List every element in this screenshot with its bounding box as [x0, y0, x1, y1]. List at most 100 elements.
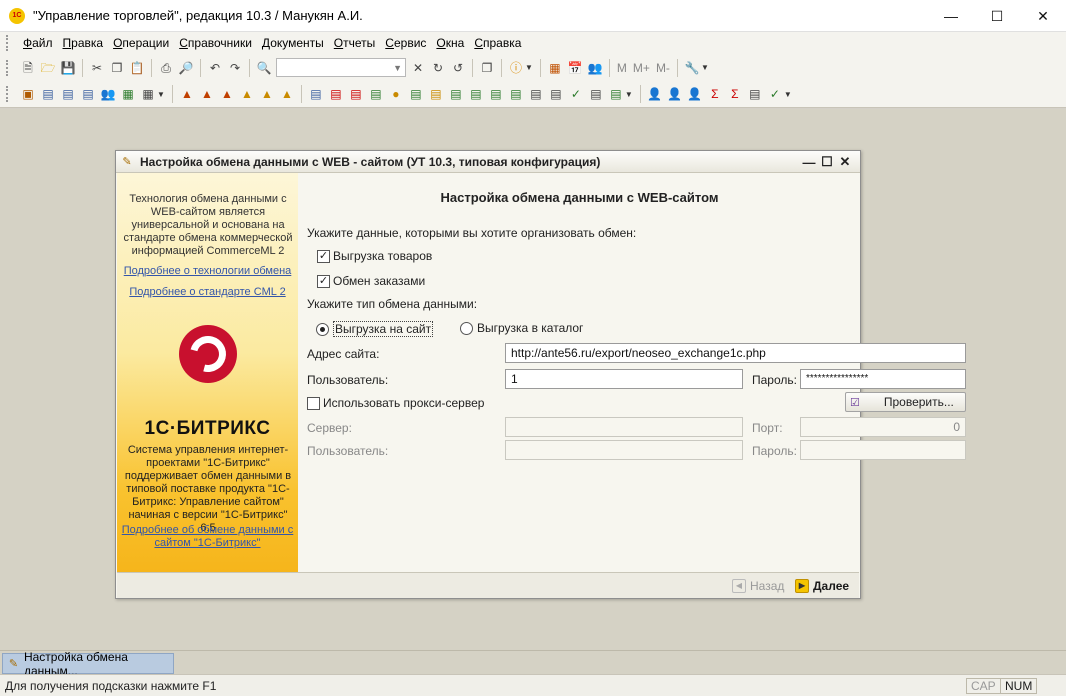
order-icon[interactable]: ▤ — [428, 86, 444, 102]
export-icon[interactable]: ▤ — [608, 86, 624, 102]
menu-service[interactable]: Сервис — [380, 36, 431, 50]
windows-icon[interactable]: ❐ — [479, 60, 495, 76]
find-next-icon[interactable]: ↻ — [430, 60, 446, 76]
check-button[interactable]: ☑ Проверить... — [845, 392, 966, 412]
link-technology[interactable]: Подробнее о технологии обмена — [117, 265, 298, 278]
dropdown-arrow-icon[interactable]: ▼ — [157, 90, 165, 99]
money-icon[interactable]: ● — [388, 86, 404, 102]
menu-documents[interactable]: Документы — [257, 36, 329, 50]
copy-icon[interactable]: ❐ — [109, 60, 125, 76]
manager-icon[interactable]: 👤 — [647, 86, 663, 102]
link-bitrix[interactable]: Подробнее об обмене данными с сайтом "1С… — [117, 524, 298, 550]
users-icon[interactable]: 👥 — [587, 60, 603, 76]
menu-references[interactable]: Справочники — [174, 36, 257, 50]
cash-icon[interactable]: ▲ — [239, 86, 255, 102]
balance-icon[interactable]: ▤ — [747, 86, 763, 102]
approve-icon[interactable]: ✓ — [767, 86, 783, 102]
menu-file[interactable]: Файл — [18, 36, 58, 50]
calendar-icon[interactable]: 📅 — [567, 60, 583, 76]
back-button[interactable]: ◀ Назад — [732, 576, 784, 595]
receipt-icon[interactable]: ▤ — [328, 86, 344, 102]
cashbox-icon[interactable]: ▤ — [408, 86, 424, 102]
structure-icon[interactable]: ▦ — [140, 86, 156, 102]
settlement-icon[interactable]: ▤ — [528, 86, 544, 102]
search-combo[interactable]: ▼ — [276, 58, 406, 77]
dropdown-arrow-icon[interactable]: ▼ — [525, 63, 533, 72]
new-document-icon[interactable]: 🗎 — [20, 60, 36, 76]
orders-checkbox[interactable]: ✓ Обмен заказами — [317, 274, 425, 288]
bank-icon[interactable]: ▲ — [259, 86, 275, 102]
toolbar-grip[interactable] — [6, 59, 10, 76]
supplier-icon[interactable]: 👤 — [687, 86, 703, 102]
nomenclature-icon[interactable]: ▦ — [120, 86, 136, 102]
cut-icon[interactable]: ✂ — [89, 60, 105, 76]
user-field[interactable]: 1 — [505, 369, 743, 389]
sales-icon[interactable]: ▲ — [179, 86, 195, 102]
dropdown-arrow-icon[interactable]: ▼ — [784, 90, 792, 99]
close-icon[interactable]: ✕ — [836, 153, 854, 171]
dialog-titlebar[interactable]: ✎ Настройка обмена данными с WEB - сайто… — [116, 151, 860, 173]
reserve-icon[interactable]: ▤ — [448, 86, 464, 102]
total-icon[interactable]: Σ — [727, 86, 743, 102]
invoice-icon[interactable]: ▤ — [308, 86, 324, 102]
task-item-exchange[interactable]: ✎ Настройка обмена данным... — [2, 650, 174, 678]
link-standard[interactable]: Подробнее о стандарте CML 2 — [117, 286, 298, 299]
transfer-icon[interactable]: ▤ — [348, 86, 364, 102]
calculator-icon[interactable]: ▦ — [547, 60, 563, 76]
menu-reports[interactable]: Отчеты — [329, 36, 381, 50]
menu-operations[interactable]: Операции — [108, 36, 174, 50]
radio-upload-site[interactable]: Выгрузка на сайт — [316, 321, 434, 337]
toolbar-grip[interactable] — [6, 86, 10, 102]
memory-minus-button[interactable]: M- — [656, 61, 670, 75]
dropdown-arrow-icon[interactable]: ▼ — [625, 90, 633, 99]
next-button[interactable]: ▶ Далее — [795, 576, 849, 595]
address-field[interactable]: http://ante56.ru/export/neoseo_exchange1… — [505, 343, 966, 363]
register-icon[interactable]: ▤ — [60, 86, 76, 102]
payment-icon[interactable]: ▲ — [279, 86, 295, 102]
minimize-icon[interactable]: — — [928, 0, 974, 32]
report-icon[interactable]: ▤ — [548, 86, 564, 102]
port-field[interactable]: 0 — [800, 417, 966, 437]
clear-search-icon[interactable]: ✕ — [410, 60, 426, 76]
maximize-icon[interactable]: ☐ — [974, 0, 1020, 32]
sum-icon[interactable]: Σ — [707, 86, 723, 102]
tools-icon[interactable]: 🔧 — [684, 60, 700, 76]
journal-icon[interactable]: ▤ — [40, 86, 56, 102]
close-icon[interactable]: ✕ — [1020, 0, 1066, 32]
memory-plus-button[interactable]: M+ — [633, 61, 650, 75]
paste-icon[interactable]: 📋 — [129, 60, 145, 76]
assembly-icon[interactable]: ▤ — [488, 86, 504, 102]
inventory-icon[interactable]: ▤ — [468, 86, 484, 102]
save-icon[interactable]: 💾 — [60, 60, 76, 76]
maximize-icon[interactable]: ☐ — [818, 153, 836, 171]
customer-icon[interactable]: 👤 — [667, 86, 683, 102]
analysis-icon[interactable]: ▤ — [588, 86, 604, 102]
documents-icon[interactable]: ▣ — [20, 86, 36, 102]
catalog-icon[interactable]: ▤ — [80, 86, 96, 102]
password-field[interactable]: **************** — [800, 369, 966, 389]
proxy-checkbox[interactable]: Использовать прокси-сервер — [307, 396, 484, 410]
contractors-icon[interactable]: 👥 — [100, 86, 116, 102]
pricing-icon[interactable]: ▤ — [508, 86, 524, 102]
info-icon[interactable]: ⓘ — [508, 60, 524, 76]
proxy-user-field[interactable] — [505, 440, 743, 460]
proxy-password-field[interactable] — [800, 440, 966, 460]
menu-edit[interactable]: Правка — [58, 36, 109, 50]
server-field[interactable] — [505, 417, 743, 437]
minimize-icon[interactable]: — — [800, 153, 818, 171]
search-icon[interactable]: 🔍 — [256, 60, 272, 76]
writeoff-icon[interactable]: ▤ — [368, 86, 384, 102]
toolbar-grip[interactable] — [6, 35, 10, 51]
goods-checkbox[interactable]: ✓ Выгрузка товаров — [317, 249, 432, 263]
undo-icon[interactable]: ↶ — [207, 60, 223, 76]
purchase-icon[interactable]: ▲ — [199, 86, 215, 102]
menu-windows[interactable]: Окна — [431, 36, 469, 50]
print-icon[interactable]: ⎙ — [158, 60, 174, 76]
return-icon[interactable]: ▲ — [219, 86, 235, 102]
menu-help[interactable]: Справка — [469, 36, 526, 50]
redo-icon[interactable]: ↷ — [227, 60, 243, 76]
radio-upload-catalog[interactable]: Выгрузка в каталог — [460, 321, 583, 335]
find-prev-icon[interactable]: ↺ — [450, 60, 466, 76]
print-preview-icon[interactable]: 🔎 — [178, 60, 194, 76]
check-icon[interactable]: ✓ — [568, 86, 584, 102]
